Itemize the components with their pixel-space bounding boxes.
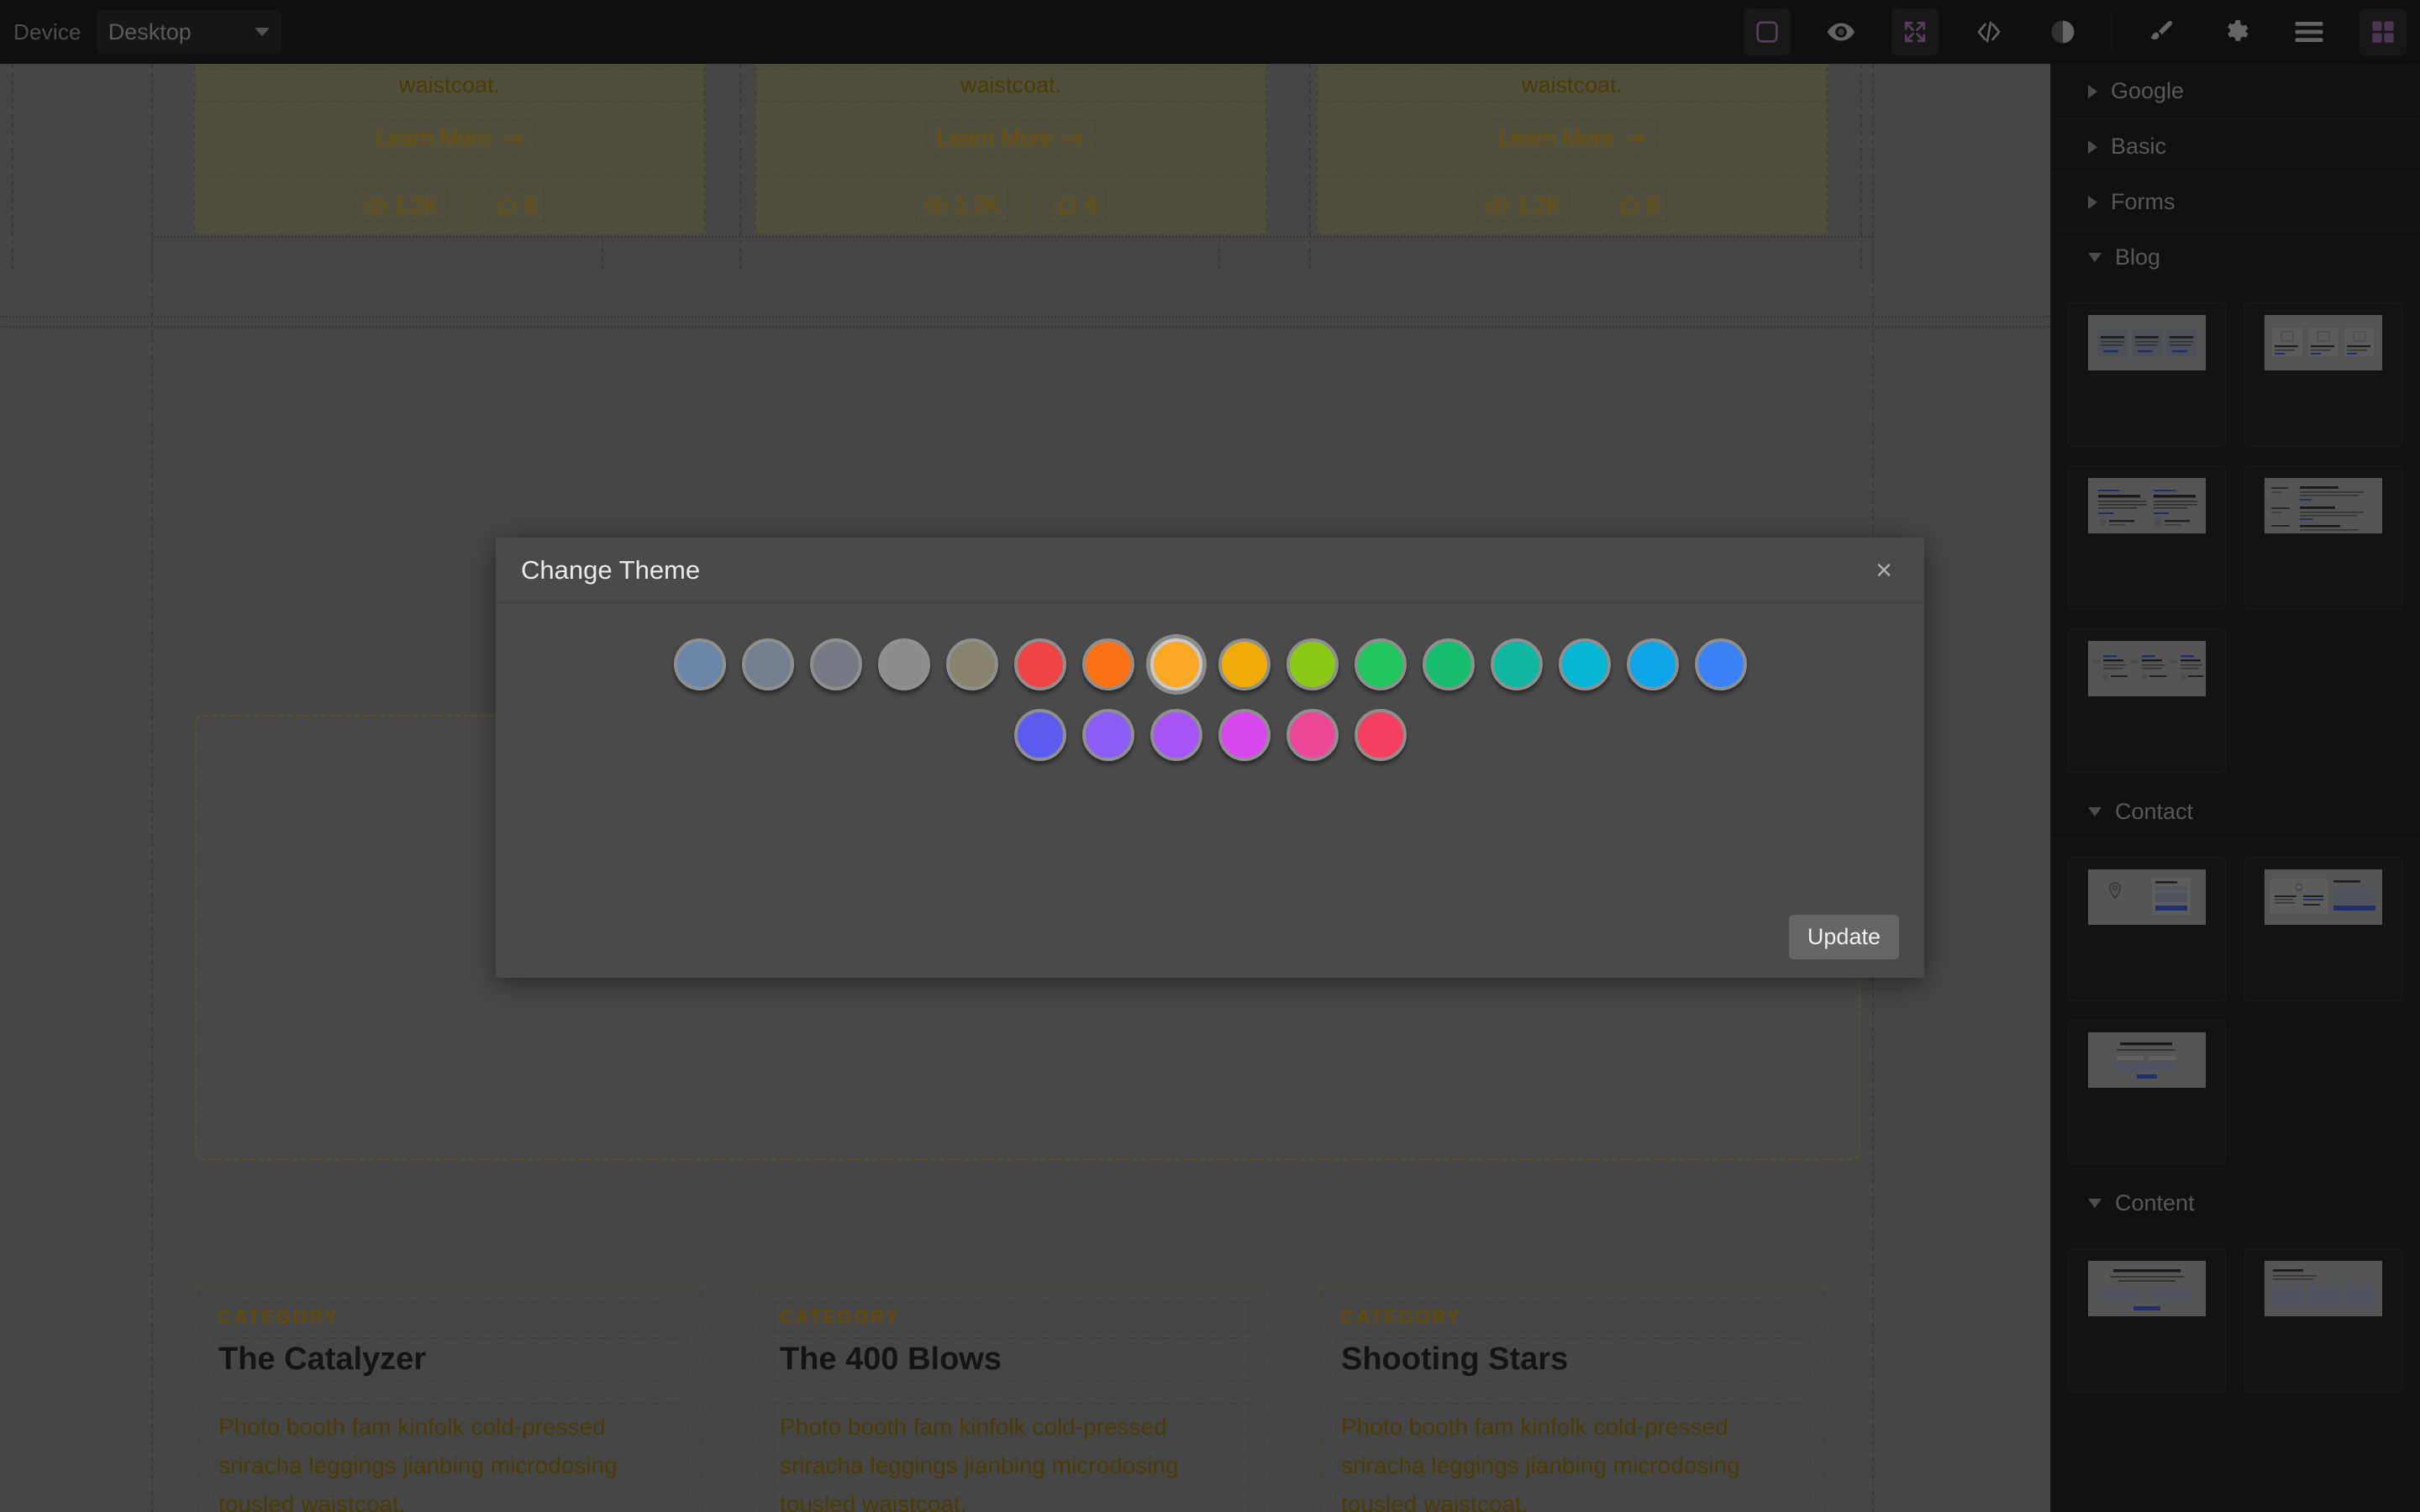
theme-swatch[interactable] — [1286, 709, 1339, 761]
theme-swatch[interactable] — [1150, 638, 1202, 690]
theme-swatch[interactable] — [1354, 638, 1407, 690]
theme-swatch[interactable] — [1558, 638, 1611, 690]
theme-swatch-row-2 — [521, 709, 1899, 761]
theme-swatch[interactable] — [1694, 638, 1747, 690]
theme-swatch[interactable] — [1422, 638, 1475, 690]
theme-swatch[interactable] — [1150, 709, 1202, 761]
theme-swatch[interactable] — [1626, 638, 1679, 690]
change-theme-modal: Change Theme × Update — [496, 538, 1924, 978]
theme-swatch[interactable] — [741, 638, 794, 690]
theme-swatch[interactable] — [1081, 709, 1134, 761]
theme-swatch[interactable] — [945, 638, 998, 690]
modal-header: Change Theme × — [496, 538, 1924, 603]
modal-body — [496, 603, 1924, 761]
modal-title: Change Theme — [521, 554, 701, 585]
theme-swatch[interactable] — [1013, 709, 1066, 761]
theme-swatch[interactable] — [1081, 638, 1134, 690]
theme-swatch-row-1 — [521, 638, 1899, 690]
theme-swatch[interactable] — [809, 638, 862, 690]
theme-swatch[interactable] — [877, 638, 930, 690]
theme-swatch[interactable] — [1354, 709, 1407, 761]
theme-swatch[interactable] — [1013, 638, 1066, 690]
theme-swatch[interactable] — [1490, 638, 1543, 690]
theme-swatch[interactable] — [1218, 709, 1270, 761]
theme-swatch[interactable] — [1286, 638, 1339, 690]
theme-swatch[interactable] — [1218, 638, 1270, 690]
modal-footer: Update — [1788, 915, 1899, 959]
theme-swatch[interactable] — [673, 638, 726, 690]
update-button[interactable]: Update — [1788, 915, 1899, 959]
close-icon[interactable]: × — [1869, 553, 1899, 588]
